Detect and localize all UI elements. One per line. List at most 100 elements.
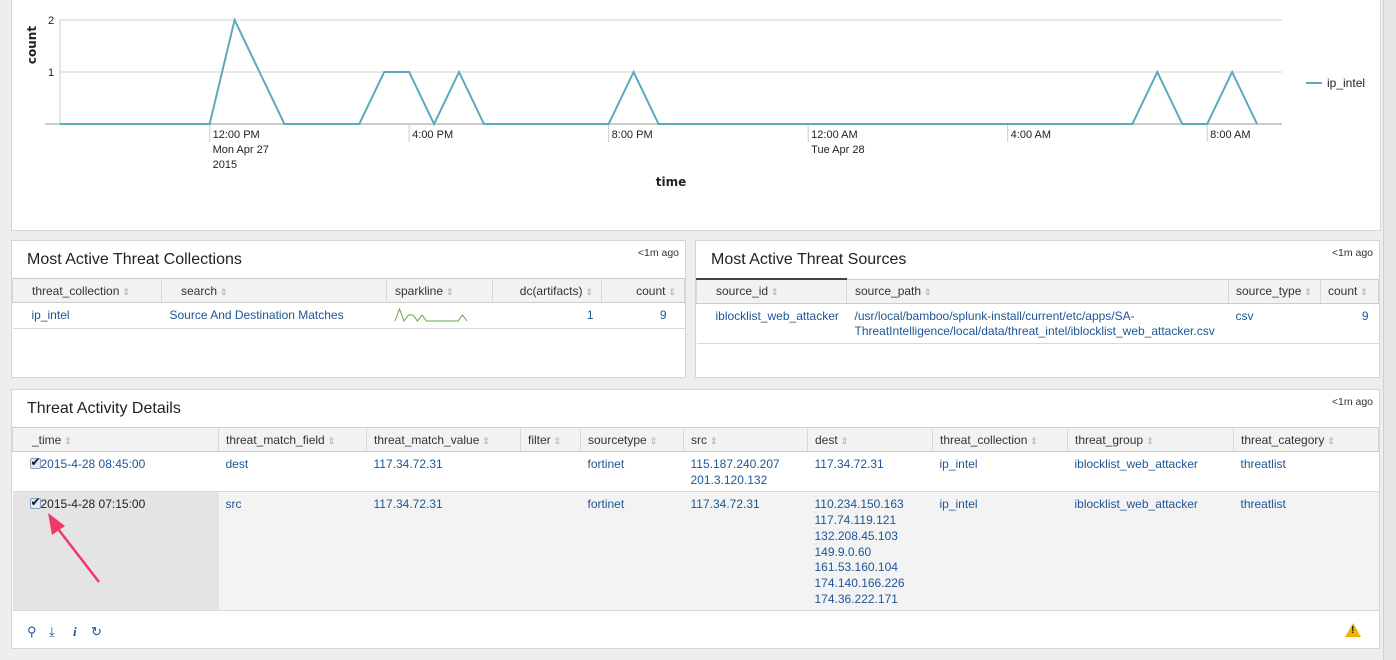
column-header-search[interactable]: search ⇕ — [161, 278, 387, 303]
column-header-threat-group[interactable]: threat_group ⇕ — [1067, 427, 1234, 452]
column-header-threat-match-value[interactable]: threat_match_value ⇕ — [366, 427, 521, 452]
cell-dest[interactable]: 110.234.150.163 117.74.119.121 132.208.45.… — [807, 491, 933, 612]
cell-sparkline — [386, 302, 493, 329]
download-icon[interactable]: ⤓ — [49, 624, 55, 640]
x-axis-title: time — [656, 175, 687, 189]
table-header: _time ⇕ threat_match_field ⇕ threat_match_… — [12, 427, 1379, 452]
cell-source-id[interactable]: iblocklist_web_attacker — [696, 303, 847, 344]
table-row[interactable]: 2015-4-28 08:45:00 dest 117.34.72.31 for… — [12, 451, 1379, 493]
column-header-sourcetype[interactable]: sourcetype ⇕ — [580, 427, 684, 452]
column-header-count[interactable]: count ⇕ — [601, 278, 685, 303]
column-header-threat-collection[interactable]: threat_collection ⇕ — [932, 427, 1068, 452]
cell-threat-group[interactable]: iblocklist_web_attacker — [1067, 451, 1234, 493]
cell-filter[interactable] — [520, 491, 581, 612]
column-header-threat-category[interactable]: threat_category ⇕ — [1233, 427, 1379, 452]
panel-footer: ⚲ ⤓ i ↻ ! — [12, 610, 1379, 648]
sort-icon: ⇕ — [668, 286, 676, 297]
table-row[interactable]: ip_intel Source And Destination Matches … — [12, 302, 685, 329]
column-header-source-id[interactable]: source_id ⇕ — [696, 278, 847, 304]
cell-threat-match-field[interactable]: src — [218, 491, 367, 612]
panel-title: Threat Activity Details — [27, 400, 181, 417]
column-header-dc-artifacts[interactable]: dc(artifacts) ⇕ — [492, 278, 602, 303]
row-checkbox[interactable] — [29, 455, 41, 471]
x-tick-label: 8:00 PM — [612, 129, 653, 141]
cell-time[interactable]: 2015-4-28 07:15:00 — [12, 491, 219, 612]
sort-icon: ⇕ — [840, 435, 849, 446]
sparkline — [394, 307, 467, 323]
cell-dc-artifacts[interactable]: 1 — [492, 302, 602, 329]
collections-table: threat_collection ⇕ search ⇕ sparkline ⇕ dc… — [12, 278, 685, 329]
x-tick-label: 2015 — [213, 159, 237, 171]
refresh-icon[interactable]: ↻ — [91, 624, 102, 640]
x-tick-label: 8:00 AM — [1210, 129, 1250, 141]
column-header-time[interactable]: _time ⇕ — [12, 427, 219, 452]
x-tick-label: 12:00 AM — [811, 129, 857, 141]
panel-title: Most Active Threat Collections — [27, 251, 242, 268]
column-header-threat-match-field[interactable]: threat_match_field ⇕ — [218, 427, 367, 452]
x-tick-label: Mon Apr 27 — [213, 144, 269, 156]
warning-icon[interactable]: ! — [1345, 623, 1361, 637]
column-header-source-path[interactable]: source_path ⇕ — [846, 278, 1229, 304]
sources-table: source_id ⇕ source_path ⇕ source_type ⇕ cou… — [696, 278, 1379, 344]
y-tick-label: 2 — [48, 15, 54, 27]
legend: ip_intel — [1306, 76, 1365, 90]
column-header-filter[interactable]: filter ⇕ — [520, 427, 581, 452]
sort-icon: ⇕ — [64, 435, 72, 446]
table-row[interactable]: 2015-4-28 07:15:00 src 117.34.72.31 fort… — [12, 491, 1379, 612]
cell-source-type[interactable]: csv — [1228, 303, 1321, 344]
cell-time[interactable]: 2015-4-28 08:45:00 — [12, 451, 219, 493]
cell-filter[interactable] — [520, 451, 581, 493]
x-tick-label: 4:00 PM — [412, 129, 453, 141]
legend-label: ip_intel — [1327, 76, 1365, 90]
sort-icon: ⇕ — [585, 286, 593, 297]
cell-count[interactable]: 9 — [1320, 303, 1379, 344]
info-icon[interactable]: i — [73, 624, 77, 640]
sparkline-line — [394, 307, 467, 323]
column-header-source-type[interactable]: source_type ⇕ — [1228, 278, 1321, 304]
sort-icon: ⇕ — [327, 435, 336, 446]
cell-threat-group[interactable]: iblocklist_web_attacker — [1067, 491, 1234, 612]
column-header-sparkline[interactable]: sparkline ⇕ — [386, 278, 493, 303]
sort-icon: ⇕ — [220, 286, 228, 297]
cell-threat-collection[interactable]: ip_intel — [12, 302, 162, 329]
sort-icon: ⇕ — [1304, 287, 1312, 297]
cell-threat-collection[interactable]: ip_intel — [932, 451, 1068, 493]
x-tick-label: Tue Apr 28 — [811, 144, 864, 156]
y-tick-label: 1 — [48, 67, 54, 79]
row-checkbox[interactable] — [29, 495, 41, 511]
table-header: threat_collection ⇕ search ⇕ sparkline ⇕ dc… — [12, 278, 685, 303]
cell-count[interactable]: 9 — [601, 302, 685, 329]
cell-sourcetype[interactable]: fortinet — [580, 451, 684, 493]
sort-icon: ⇕ — [446, 286, 454, 297]
column-header-count[interactable]: count ⇕ — [1320, 278, 1379, 304]
search-icon[interactable]: ⚲ — [27, 624, 37, 640]
column-header-dest[interactable]: dest ⇕ — [807, 427, 933, 452]
sort-icon: ⇕ — [482, 435, 490, 446]
panel-title: Most Active Threat Sources — [711, 251, 907, 268]
sort-icon: ⇕ — [122, 286, 130, 297]
table-row[interactable]: iblocklist_web_attacker /usr/local/bambo… — [696, 303, 1379, 344]
cell-src[interactable]: 117.34.72.31 — [683, 491, 808, 612]
cell-threat-match-value[interactable]: 117.34.72.31 — [366, 451, 521, 493]
cell-sourcetype[interactable]: fortinet — [580, 491, 684, 612]
cell-threat-category[interactable]: threatlist — [1233, 451, 1379, 493]
x-tick-label: 4:00 AM — [1011, 129, 1051, 141]
last-updated: <1m ago — [637, 247, 679, 259]
cell-src[interactable]: 115.187.240.207 201.3.120.132 — [683, 451, 808, 493]
cell-threat-match-value[interactable]: 117.34.72.31 — [366, 491, 521, 612]
cell-dest[interactable]: 117.34.72.31 — [807, 451, 933, 493]
timeline-chart: count time 12:00 PM Mon Apr 27 2015 4:00 PM… — [25, 15, 1365, 189]
cell-threat-match-field[interactable]: dest — [218, 451, 367, 493]
cell-search[interactable]: Source And Destination Matches — [161, 302, 387, 329]
sort-icon: ⇕ — [924, 287, 932, 297]
column-header-threat-collection[interactable]: threat_collection ⇕ — [12, 278, 162, 303]
sort-icon: ⇕ — [1146, 435, 1154, 446]
sort-icon: ⇕ — [771, 287, 779, 298]
cell-threat-collection[interactable]: ip_intel — [932, 491, 1068, 612]
sort-icon: ⇕ — [1327, 435, 1335, 446]
cell-threat-category[interactable]: threatlist — [1233, 491, 1379, 612]
sort-icon: ⇕ — [1030, 435, 1038, 446]
cell-source-path[interactable]: /usr/local/bamboo/splunk-install/current… — [846, 303, 1229, 344]
column-header-src[interactable]: src ⇕ — [683, 427, 808, 452]
sort-icon: ⇕ — [553, 435, 562, 446]
